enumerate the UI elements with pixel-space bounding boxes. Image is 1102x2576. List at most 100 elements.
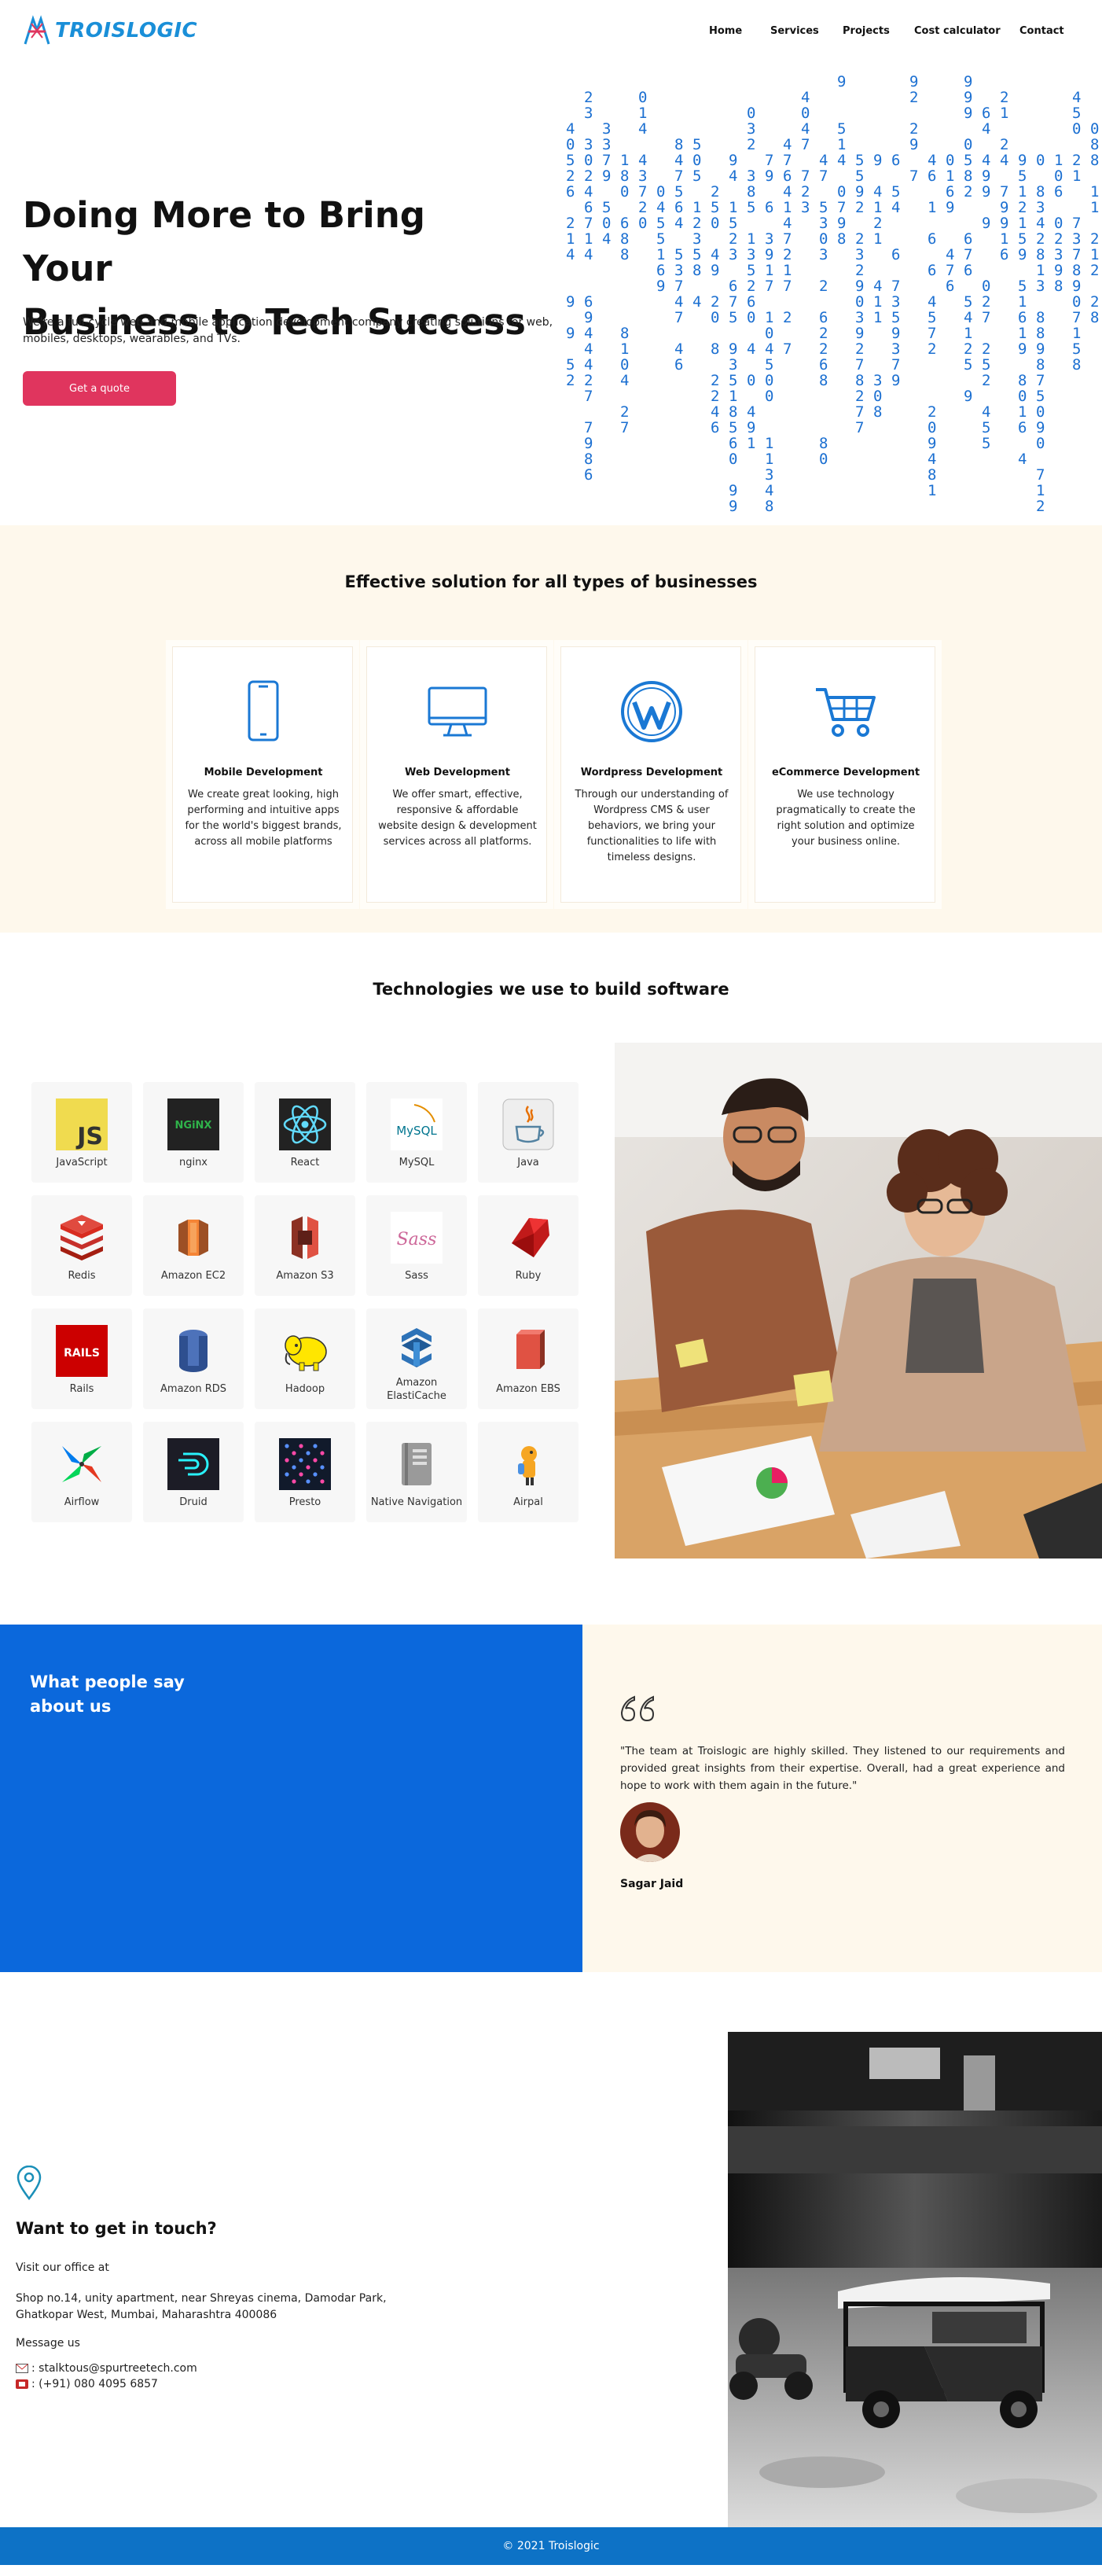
sass-logo: Sass — [391, 1212, 443, 1264]
svg-text:4: 4 — [692, 293, 701, 311]
svg-text:3: 3 — [729, 356, 737, 374]
svg-text:5: 5 — [964, 152, 972, 169]
svg-text:4: 4 — [584, 340, 593, 358]
svg-text:9: 9 — [982, 167, 990, 185]
ec2-logo — [178, 1220, 208, 1256]
svg-text:1: 1 — [765, 451, 773, 468]
get-quote-button[interactable]: Get a quote — [23, 371, 176, 406]
nav-link-services[interactable]: Services — [770, 25, 819, 37]
svg-text:3: 3 — [729, 246, 737, 263]
svg-text:5: 5 — [692, 136, 701, 153]
svg-text:2: 2 — [711, 372, 719, 389]
tech-tile-amazon-elasticache: Amazon ElastiCache — [366, 1308, 467, 1409]
service-card-title: Web Development — [405, 767, 510, 778]
svg-text:4: 4 — [801, 120, 810, 138]
svg-text:9: 9 — [1000, 199, 1008, 216]
svg-text:0: 0 — [747, 309, 755, 326]
svg-text:0: 0 — [765, 372, 773, 389]
svg-text:2: 2 — [982, 293, 990, 311]
svg-text:7: 7 — [837, 199, 846, 216]
service-card-mobile[interactable]: Mobile Development We create great looki… — [172, 646, 353, 903]
svg-text:6: 6 — [674, 199, 683, 216]
svg-text:0: 0 — [620, 356, 629, 374]
svg-text:5: 5 — [1072, 340, 1081, 358]
svg-text:2: 2 — [855, 230, 864, 248]
svg-text:1: 1 — [1072, 325, 1081, 342]
svg-text:7: 7 — [1036, 372, 1045, 389]
svg-text:9: 9 — [909, 73, 918, 90]
svg-text:4: 4 — [566, 120, 575, 138]
svg-text:3: 3 — [584, 136, 593, 153]
svg-text:0: 0 — [946, 152, 954, 169]
svg-text:2: 2 — [855, 262, 864, 279]
svg-text:6: 6 — [566, 183, 575, 201]
svg-text:8: 8 — [584, 451, 593, 468]
svg-text:7: 7 — [982, 309, 990, 326]
svg-text:Sass: Sass — [397, 1230, 437, 1249]
tech-name: MySQL — [399, 1157, 435, 1168]
javascript-logo: JS — [56, 1098, 108, 1150]
svg-text:5: 5 — [729, 372, 737, 389]
svg-text:3: 3 — [819, 215, 828, 232]
nav-link-cost-calculator[interactable]: Cost calculator — [914, 25, 1001, 37]
svg-text:6: 6 — [982, 105, 990, 122]
svg-text:4: 4 — [873, 278, 882, 295]
svg-text:8: 8 — [819, 435, 828, 452]
svg-text:0: 0 — [1018, 388, 1027, 405]
nav-link-contact[interactable]: Contact — [1019, 25, 1064, 37]
svg-text:0: 0 — [855, 293, 864, 311]
tech-tile-druid: Druid — [143, 1422, 244, 1522]
svg-text:4: 4 — [765, 482, 773, 499]
svg-text:7: 7 — [891, 278, 900, 295]
svg-text:6: 6 — [928, 262, 936, 279]
svg-text:8: 8 — [711, 340, 719, 358]
svg-text:6: 6 — [819, 356, 828, 374]
svg-text:9: 9 — [765, 167, 773, 185]
svg-text:8: 8 — [1036, 325, 1045, 342]
svg-text:2: 2 — [801, 183, 810, 201]
svg-text:4: 4 — [982, 120, 990, 138]
svg-text:9: 9 — [837, 73, 846, 90]
tech-tile-amazon-ec2: Amazon EC2 — [143, 1195, 244, 1296]
svg-text:1: 1 — [1090, 199, 1099, 216]
service-card-web[interactable]: Web Development We offer smart, effectiv… — [366, 646, 547, 903]
svg-text:1: 1 — [1036, 482, 1045, 499]
svg-text:1: 1 — [946, 167, 954, 185]
svg-text:5: 5 — [566, 152, 575, 169]
service-card-desc: We use technology pragmatically to creat… — [776, 789, 916, 848]
svg-text:6: 6 — [765, 199, 773, 216]
svg-text:6: 6 — [964, 230, 972, 248]
svg-text:4: 4 — [783, 183, 792, 201]
tech-tile-presto: Presto — [255, 1422, 355, 1522]
svg-text:0: 0 — [1090, 120, 1099, 138]
svg-text:9: 9 — [964, 388, 972, 405]
svg-text:5: 5 — [711, 199, 719, 216]
nav-menu: Home Services Projects Cost calculator C… — [0, 25, 1102, 41]
svg-text:2: 2 — [1018, 199, 1027, 216]
svg-text:7: 7 — [783, 340, 792, 358]
svg-text:9: 9 — [656, 278, 665, 295]
svg-text:3: 3 — [602, 136, 611, 153]
svg-text:6: 6 — [729, 278, 737, 295]
svg-text:7: 7 — [674, 278, 683, 295]
ruby-logo — [512, 1218, 549, 1257]
svg-text:1: 1 — [1072, 167, 1081, 185]
svg-text:1: 1 — [765, 309, 773, 326]
service-card-wordpress[interactable]: Wordpress Development Through our unders… — [560, 646, 741, 903]
service-card-ecommerce[interactable]: eCommerce Development We use technology … — [755, 646, 935, 903]
email-line[interactable]: : stalktous@spurtreetech.com — [16, 2361, 197, 2377]
svg-text:2: 2 — [855, 199, 864, 216]
nav-link-projects[interactable]: Projects — [843, 25, 890, 37]
mysql-logo: MySQL — [391, 1098, 443, 1150]
svg-text:2: 2 — [638, 199, 647, 216]
svg-text:1: 1 — [638, 105, 647, 122]
phone-line[interactable]: : (+91) 080 4095 6857 — [16, 2376, 158, 2393]
svg-text:7: 7 — [1072, 309, 1081, 326]
svg-text:4: 4 — [602, 230, 611, 248]
svg-text:3: 3 — [1072, 230, 1081, 248]
service-card-desc: We offer smart, effective, responsive & … — [378, 789, 537, 848]
svg-text:3: 3 — [1036, 199, 1045, 216]
avatar — [620, 1802, 680, 1862]
svg-text:4: 4 — [747, 340, 755, 358]
nav-link-home[interactable]: Home — [709, 25, 742, 37]
